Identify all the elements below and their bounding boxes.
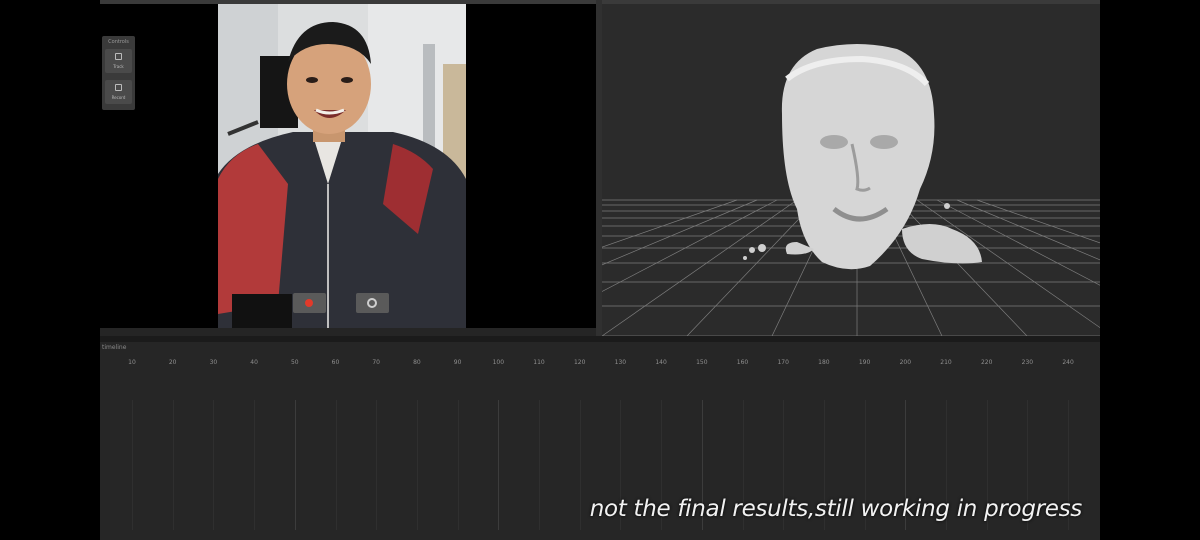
track-button-label: Track [113,64,124,69]
timeline-tick-label: 200 [899,359,912,366]
timeline-gridline [254,400,256,530]
record-tool-button[interactable]: Record [105,80,132,104]
tool-panel: Controls Track Record [102,36,135,110]
subtitle-caption: not the final results,still working in p… [589,496,1083,522]
record-tool-button-label: Record [111,95,126,100]
timeline-tick-label: 160 [736,359,749,366]
tool-panel-title: Controls [108,39,129,45]
timeline-gridline [376,400,378,530]
camera-panel: Controls Track Record [100,4,596,328]
timeline-tick-label: 140 [655,359,667,366]
snapshot-button[interactable] [356,293,389,313]
square-icon [115,53,122,60]
timeline-gridline [172,400,174,530]
timeline-tick-label: 100 [492,359,505,366]
timeline-tick-label: 190 [858,359,871,366]
timeline-gridline [335,400,337,530]
timeline-tick-label: 60 [331,359,340,366]
timeline-tick-label: 170 [777,359,789,366]
timeline-tick-label: 110 [533,359,545,366]
timeline-tick-label: 70 [372,359,381,366]
timeline-gridline [213,400,215,530]
timeline-tick-label: 10 [128,359,136,366]
timeline-gridline [132,400,133,530]
face-capture-app: Controls Track Record timeline 10 20 30 … [100,0,1100,540]
timeline-tick-label: 120 [573,359,586,366]
3d-viewport[interactable] [602,4,1100,336]
timeline-gridline [457,400,459,530]
timeline-gridline [498,400,500,530]
timeline-gridline [539,400,540,530]
timeline-tick-label: 20 [168,359,177,366]
timeline-tick-label: 230 [1021,359,1034,366]
timeline-tick-label: 150 [696,359,708,366]
record-icon [305,299,313,307]
timeline-tick-label: 90 [453,359,462,366]
square-icon [115,84,122,91]
timeline-label: timeline [102,344,127,351]
timeline-tick-label: 50 [290,359,299,366]
timeline-tick-label: 180 [818,359,830,366]
timeline-tick-label: 80 [413,359,421,366]
timeline-gridline [416,400,418,530]
timeline-tick-label: 30 [209,359,218,366]
timeline-gridline [579,400,581,530]
track-button[interactable]: Track [105,49,132,73]
timeline-tick-label: 130 [614,359,627,366]
camera-feed-image [218,4,466,328]
timeline-tick-label: 240 [1062,359,1074,366]
camera-icon [367,298,377,308]
timeline-gridline [294,400,296,530]
viewport-scene [602,44,1100,336]
timeline-tick-label: 220 [980,359,993,366]
record-button[interactable] [293,293,326,313]
timeline-tick-label: 40 [250,359,258,366]
timeline-tick-label: 210 [940,359,952,366]
face-mesh [743,44,982,270]
camera-feed [218,4,466,328]
